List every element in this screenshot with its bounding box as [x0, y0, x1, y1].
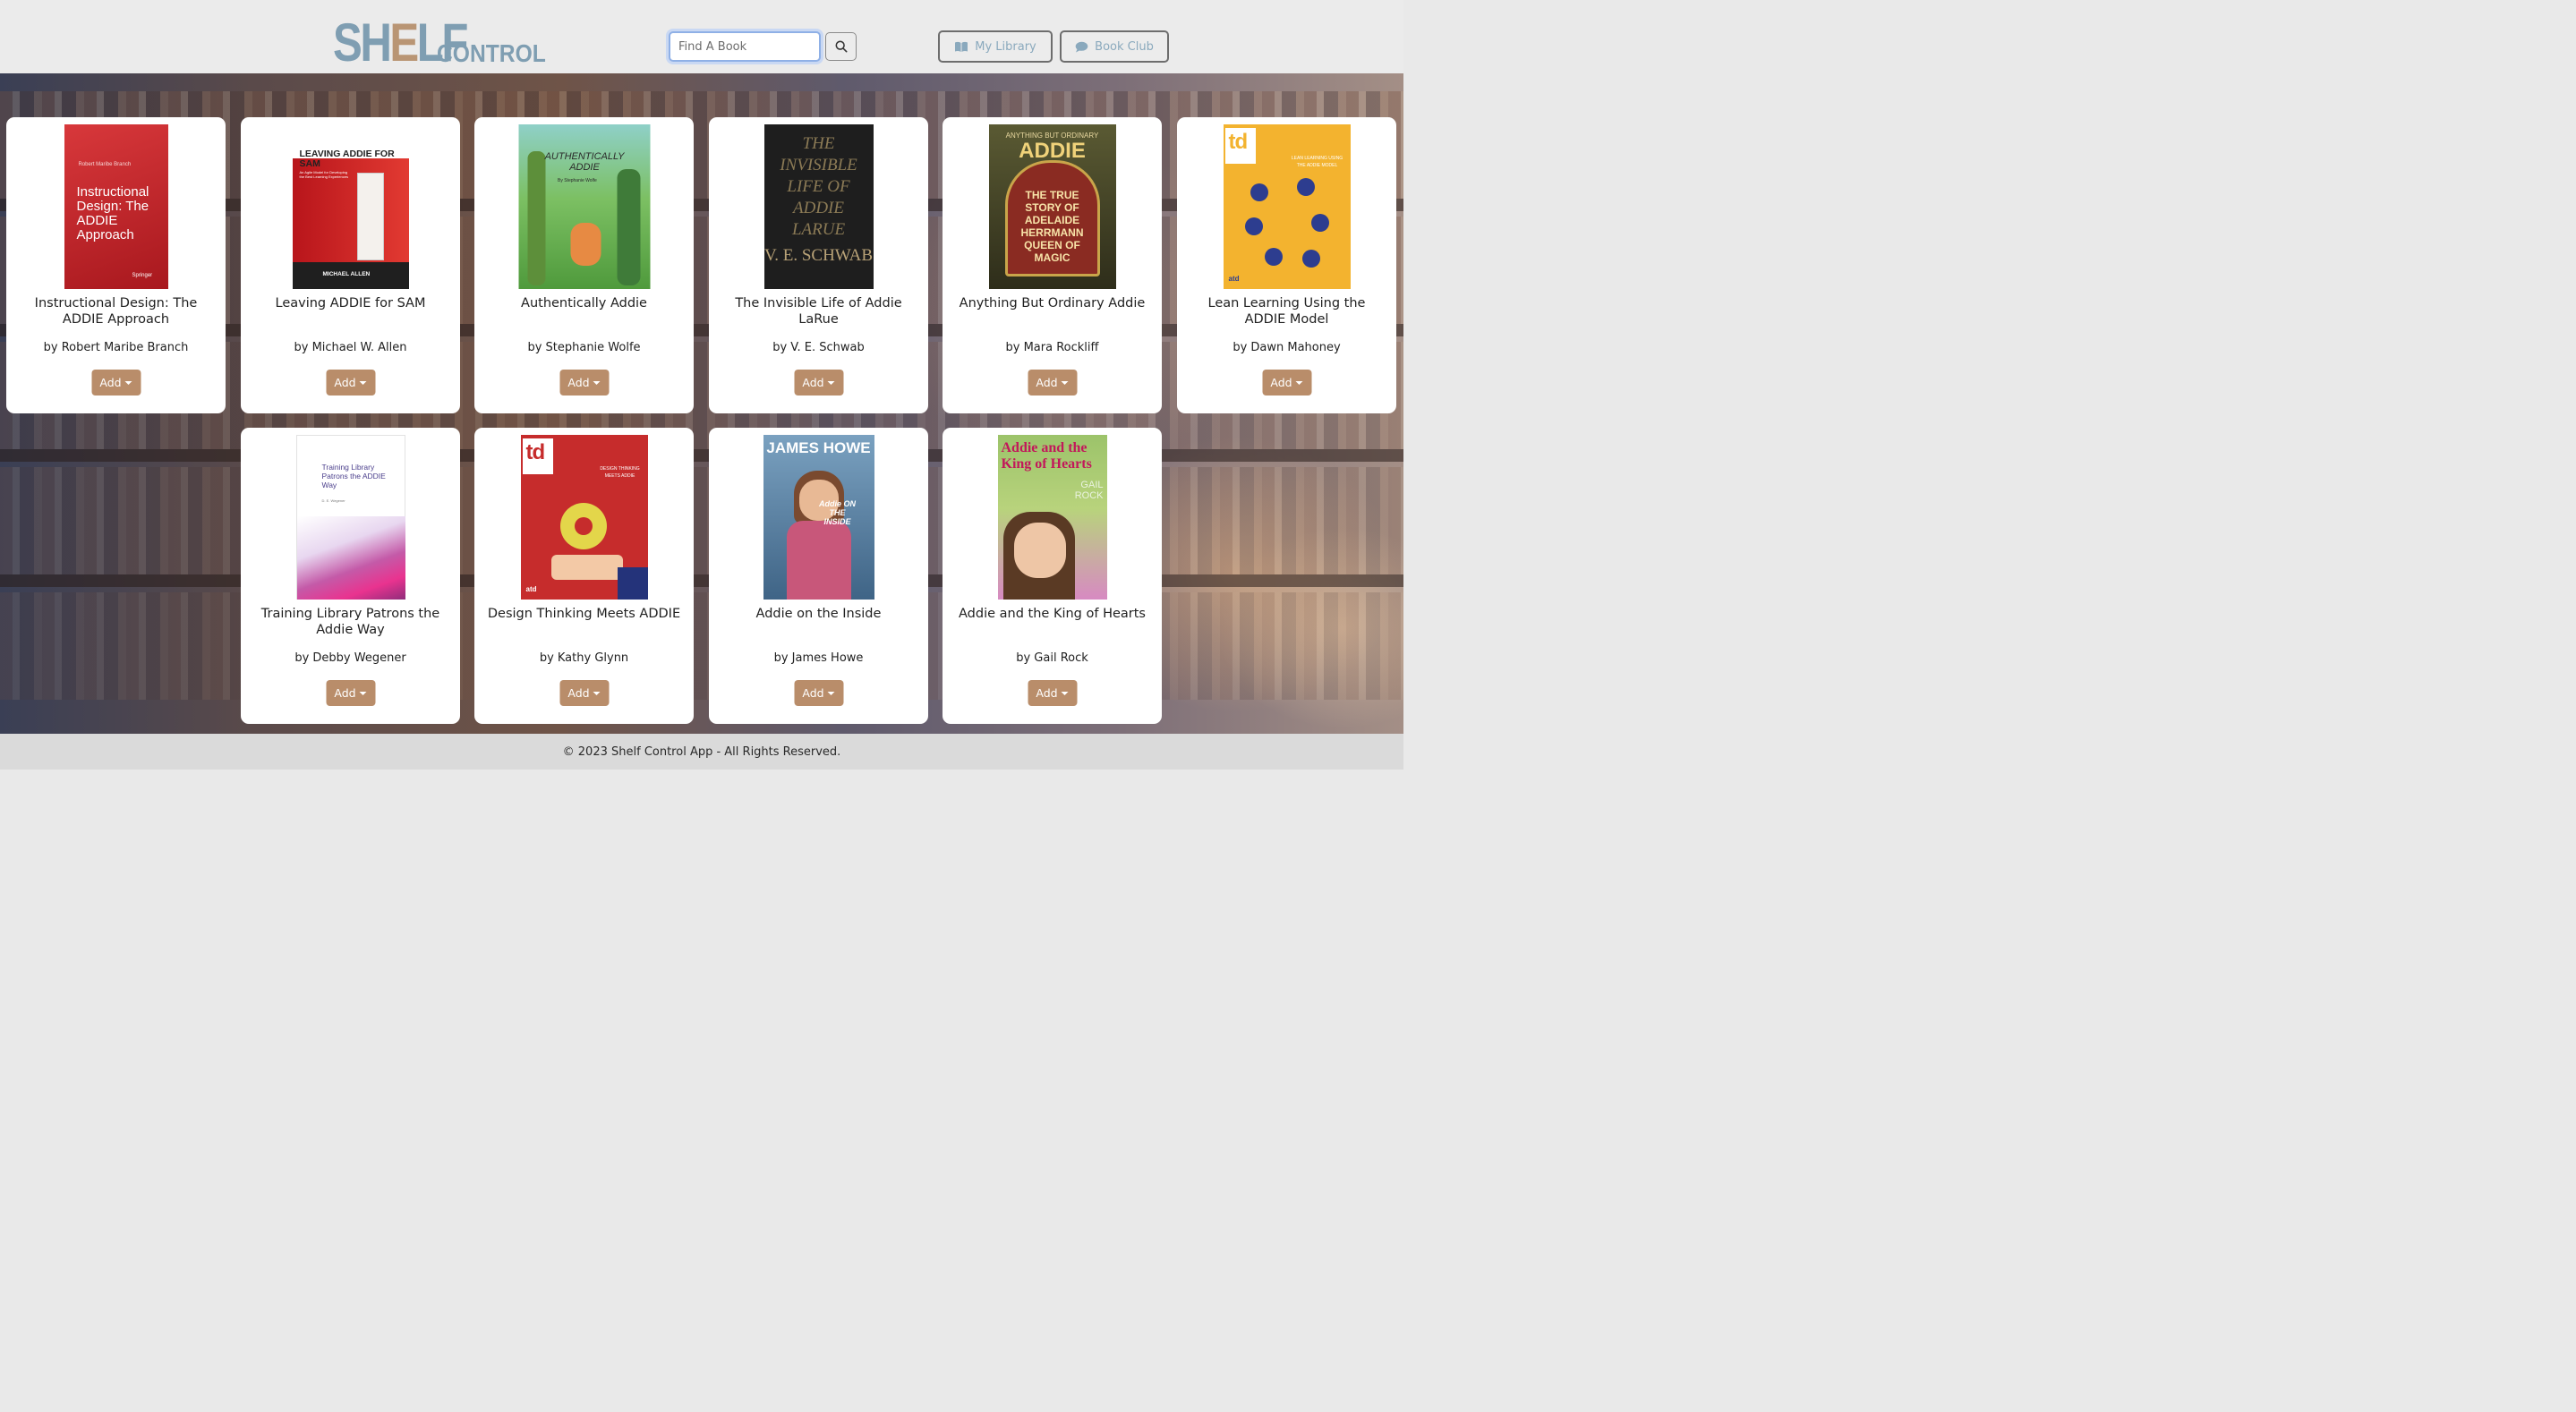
book-author: by Gail Rock [1016, 651, 1088, 665]
book-author: by V. E. Schwab [772, 341, 865, 354]
caret-down-icon [827, 381, 835, 385]
add-dropdown-button[interactable]: Add [91, 370, 141, 396]
book-cover[interactable]: td LEAN LEARNING USING THE ADDIE MODEL a… [1223, 124, 1351, 289]
caret-down-icon [1061, 692, 1069, 695]
book-title: The Invisible Life of Addie LaRue [735, 296, 902, 327]
book-title: Lean Learning Using the ADDIE Model [1207, 296, 1366, 327]
book-card: Robert Maribe Branch Instructional Desig… [6, 117, 226, 413]
book-author: by Dawn Mahoney [1233, 341, 1341, 354]
book-cover[interactable]: THE INVISIBLE LIFE OF ADDIE LARUE V. E. … [763, 124, 874, 289]
book-cover[interactable]: JAMES HOWE Addie ON THE INSIDE [763, 435, 874, 600]
book-title: Training Library Patrons the Addie Way [260, 607, 440, 637]
book-card: ANYTHING BUT ORDINARY ADDIE THE TRUE STO… [943, 117, 1162, 413]
caret-down-icon [1295, 381, 1303, 385]
book-author: by Kathy Glynn [539, 651, 629, 665]
shelf-control-logo[interactable]: SHELF CONTROL [333, 16, 548, 70]
add-dropdown-button[interactable]: Add [326, 370, 375, 396]
book-card: AUTHENTICALLY ADDIE By Stephanie Wolfe A… [474, 117, 694, 413]
book-open-icon [955, 41, 968, 52]
caret-down-icon [593, 381, 601, 385]
book-card: THE INVISIBLE LIFE OF ADDIE LARUE V. E. … [709, 117, 928, 413]
book-cover[interactable]: td DESIGN THINKING MEETS ADDIE atd [520, 435, 648, 600]
book-title: Design Thinking Meets ADDIE [487, 607, 681, 621]
book-cover[interactable]: ANYTHING BUT ORDINARY ADDIE THE TRUE STO… [988, 124, 1116, 289]
add-dropdown-button[interactable]: Add [794, 680, 843, 706]
add-dropdown-button[interactable]: Add [326, 680, 375, 706]
add-dropdown-button[interactable]: Add [1028, 370, 1077, 396]
book-title: Anything But Ordinary Addie [959, 296, 1146, 310]
book-cover[interactable]: AUTHENTICALLY ADDIE By Stephanie Wolfe [518, 124, 650, 289]
search-input[interactable] [669, 31, 821, 62]
add-dropdown-button[interactable]: Add [794, 370, 843, 396]
chat-bubble-icon [1075, 41, 1088, 52]
search-button[interactable] [825, 32, 857, 61]
book-card: td DESIGN THINKING MEETS ADDIE atd Desig… [474, 428, 694, 724]
book-cover[interactable]: LEAVING ADDIE FOR SAM An Agile Model for… [292, 124, 409, 289]
top-navbar: SHELF CONTROL My Library Book Club [0, 0, 1403, 73]
book-card: Training Library Patrons the ADDIE Way D… [241, 428, 460, 724]
book-title: Addie on the Inside [755, 607, 882, 621]
caret-down-icon [827, 692, 835, 695]
book-cover[interactable]: Robert Maribe Branch Instructional Desig… [64, 124, 168, 289]
book-author: by Debby Wegener [294, 651, 406, 665]
add-dropdown-button[interactable]: Add [559, 370, 609, 396]
book-title: Instructional Design: The ADDIE Approach [34, 296, 198, 327]
book-title: Addie and the King of Hearts [959, 607, 1146, 621]
book-title: Authentically Addie [521, 296, 647, 310]
book-club-button[interactable]: Book Club [1060, 30, 1169, 63]
my-library-button[interactable]: My Library [938, 30, 1053, 63]
book-card: JAMES HOWE Addie ON THE INSIDE Addie on … [709, 428, 928, 724]
book-cover[interactable]: Training Library Patrons the ADDIE Way D… [295, 435, 405, 600]
copyright-text: © 2023 Shelf Control App - All Rights Re… [562, 744, 841, 759]
book-author: by Stephanie Wolfe [527, 341, 641, 354]
caret-down-icon [593, 692, 601, 695]
add-dropdown-button[interactable]: Add [559, 680, 609, 706]
add-dropdown-button[interactable]: Add [1028, 680, 1077, 706]
add-dropdown-button[interactable]: Add [1262, 370, 1311, 396]
caret-down-icon [359, 381, 367, 385]
book-card: Addie and the King of Hearts GAIL ROCK A… [943, 428, 1162, 724]
book-card: LEAVING ADDIE FOR SAM An Agile Model for… [241, 117, 460, 413]
caret-down-icon [359, 692, 367, 695]
search-icon [835, 40, 847, 53]
book-author: by Robert Maribe Branch [43, 341, 189, 354]
book-author: by Mara Rockliff [1005, 341, 1099, 354]
book-author: by James Howe [773, 651, 864, 665]
book-title: Leaving ADDIE for SAM [275, 296, 426, 310]
book-card: td LEAN LEARNING USING THE ADDIE MODEL a… [1177, 117, 1396, 413]
footer: © 2023 Shelf Control App - All Rights Re… [0, 734, 1403, 770]
caret-down-icon [124, 381, 132, 385]
book-cover[interactable]: Addie and the King of Hearts GAIL ROCK [997, 435, 1107, 600]
book-author: by Michael W. Allen [294, 341, 407, 354]
caret-down-icon [1061, 381, 1069, 385]
